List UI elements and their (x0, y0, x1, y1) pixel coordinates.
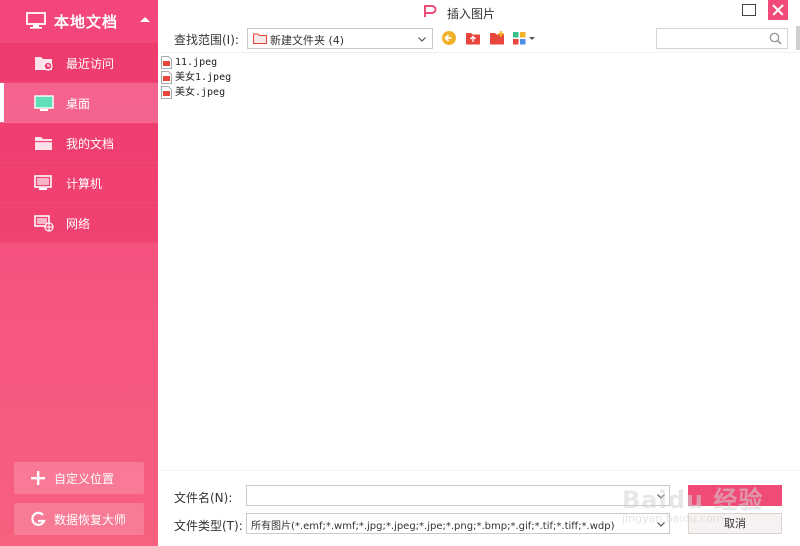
window-title: 插入图片 (447, 7, 496, 21)
sidebar-item-desktop[interactable]: 桌面 (0, 83, 158, 123)
file-name: 美女1.jpeg (175, 72, 232, 83)
filename-field[interactable] (246, 485, 670, 506)
app-logo-icon (424, 5, 437, 17)
image-file-icon (161, 86, 172, 99)
sidebar-item-label: 最近访问 (66, 57, 115, 71)
sidebar-item-label: 计算机 (66, 177, 103, 191)
desktop-icon (34, 95, 54, 111)
sidebar-nav: 最近访问 桌面 我的文档 计算机 网络 (0, 43, 158, 243)
sidebar-item-computer[interactable]: 计算机 (0, 163, 158, 203)
file-list: 11.jpeg 美女1.jpeg 美女.jpeg (159, 52, 800, 470)
search-input[interactable] (661, 29, 769, 48)
sidebar-item-label: 桌面 (66, 97, 91, 111)
monitor-icon (26, 12, 46, 29)
folder-icon (253, 33, 267, 44)
filename-label: 文件名(N): (174, 491, 233, 505)
cancel-button[interactable]: 取消 (688, 513, 782, 534)
sidebar-item-recent[interactable]: 最近访问 (0, 43, 158, 83)
filename-input[interactable] (247, 486, 647, 505)
sidebar-item-documents[interactable]: 我的文档 (0, 123, 158, 163)
filetype-label: 文件类型(T): (174, 519, 243, 533)
up-folder-icon[interactable] (465, 30, 481, 46)
chevron-down-icon (657, 522, 665, 527)
search-box[interactable] (656, 28, 788, 49)
recovery-g-icon (31, 511, 46, 526)
look-in-value: 新建文件夹 (4) (270, 34, 345, 47)
file-name: 美女.jpeg (175, 87, 226, 98)
image-file-icon (161, 56, 172, 69)
close-button[interactable] (768, 0, 788, 20)
search-icon[interactable] (769, 32, 782, 45)
filetype-value: 所有图片(*.emf;*.wmf;*.jpg;*.jpeg;*.jpe;*.pn… (251, 521, 615, 532)
new-folder-icon[interactable] (489, 30, 505, 46)
maximize-button[interactable] (742, 4, 756, 16)
data-recovery-button[interactable]: 数据恢复大师 (14, 503, 144, 535)
add-custom-location-label: 自定义位置 (54, 472, 115, 486)
sidebar-item-network[interactable]: 网络 (0, 203, 158, 243)
back-icon[interactable] (441, 30, 457, 46)
dialog-footer (158, 470, 800, 546)
look-in-label: 查找范围(I): (174, 33, 239, 47)
sidebar-item-label: 网络 (66, 217, 91, 231)
sidebar-item-label: 我的文档 (66, 137, 115, 151)
sidebar-header: 本地文档 (0, 0, 158, 42)
view-menu-icon[interactable] (513, 30, 537, 46)
network-icon (34, 215, 54, 232)
documents-folder-icon (35, 137, 52, 150)
data-recovery-label: 数据恢复大师 (54, 513, 127, 527)
image-file-icon (161, 71, 172, 84)
scrollbar[interactable] (796, 26, 800, 50)
recent-folder-icon (35, 57, 53, 71)
computer-icon (34, 175, 52, 190)
collapse-arrow-icon[interactable] (139, 15, 151, 23)
file-name: 11.jpeg (175, 57, 218, 68)
filetype-dropdown[interactable]: 所有图片(*.emf;*.wmf;*.jpg;*.jpeg;*.jpe;*.pn… (246, 513, 670, 534)
add-custom-location-button[interactable]: 自定义位置 (14, 462, 144, 494)
sidebar-title: 本地文档 (54, 13, 119, 31)
look-in-dropdown[interactable]: 新建文件夹 (4) (247, 28, 433, 49)
chevron-down-icon[interactable] (657, 494, 665, 499)
title-bar: 插入图片 (158, 0, 800, 24)
open-button[interactable] (688, 485, 782, 506)
chevron-down-icon (418, 37, 426, 42)
sidebar: 本地文档 最近访问 桌面 我的文档 计算机 网络 自定义位置 数据恢复大师 (0, 0, 158, 546)
plus-icon (31, 471, 45, 485)
